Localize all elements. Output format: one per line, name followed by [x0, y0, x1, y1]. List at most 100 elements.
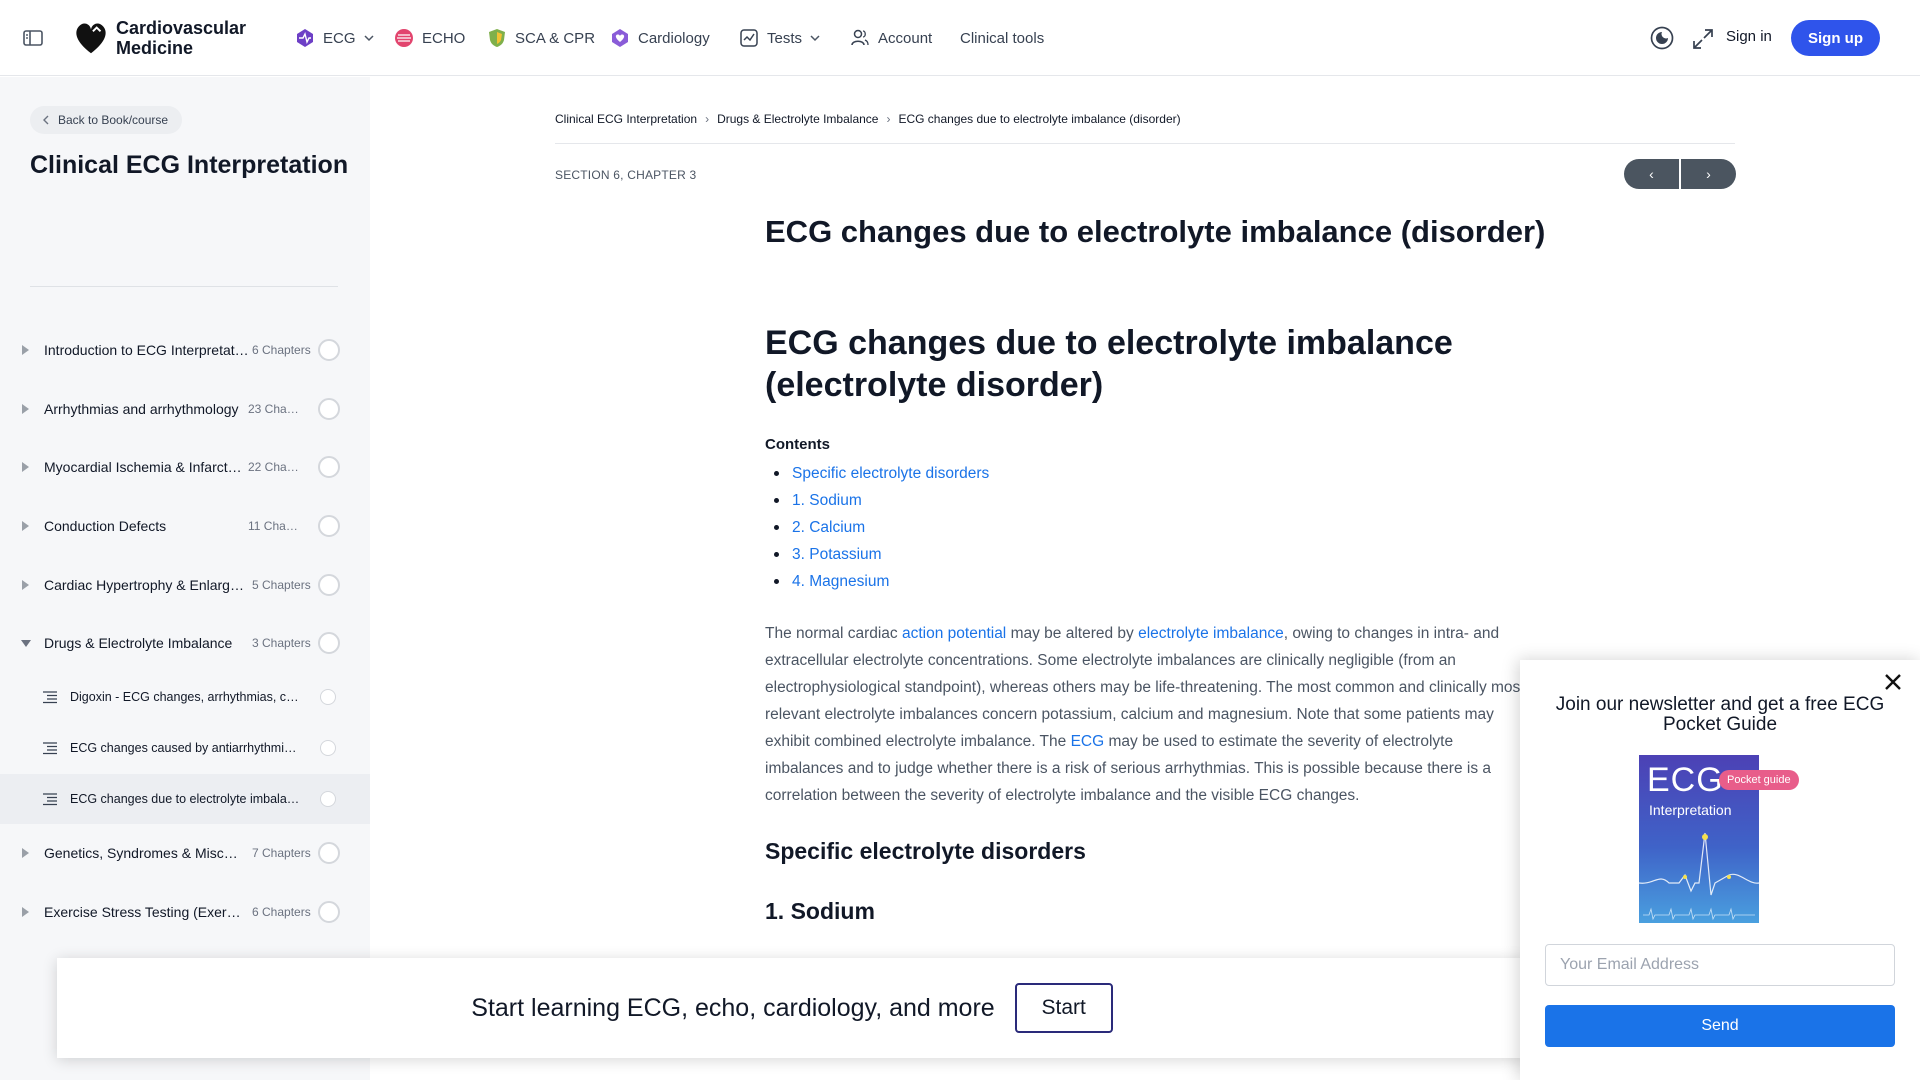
toc-link[interactable]: 3. Potassium: [765, 541, 989, 568]
toc-link[interactable]: 2. Calcium: [765, 514, 989, 541]
nav-clinical-tools-label: Clinical tools: [960, 29, 1045, 47]
course-title: Clinical ECG Interpretation: [30, 151, 349, 179]
nav-echo[interactable]: ECHO: [394, 26, 465, 50]
action-potential-link[interactable]: action potential: [902, 625, 1006, 642]
expand-triangle-icon[interactable]: [22, 580, 29, 590]
toc-link[interactable]: 4. Magnesium: [765, 568, 989, 595]
sidebar-divider: [30, 286, 338, 287]
subsection-heading: 1. Sodium: [765, 898, 875, 924]
site-logo[interactable]: Cardiovascular Medicine: [72, 18, 246, 58]
users-icon: [851, 29, 869, 46]
progress-circle-icon: [318, 456, 340, 478]
sidebar-chapter[interactable]: Cardiac Hypertrophy & Enlarge... 5 Chapt…: [0, 563, 370, 607]
expand-triangle-icon[interactable]: [22, 404, 29, 414]
expand-triangle-icon[interactable]: [22, 907, 29, 917]
nav-tests-label: Tests: [767, 29, 803, 47]
nav-ecg[interactable]: ECG: [295, 26, 374, 50]
heart-logo-icon: [76, 23, 106, 54]
sign-in-link[interactable]: Sign in: [1726, 28, 1772, 45]
send-button[interactable]: Send: [1545, 1005, 1895, 1047]
chapter-count: 5 Chapters: [252, 578, 311, 592]
sidebar-chapter[interactable]: Introduction to ECG Interpretation 6 Cha…: [0, 328, 370, 372]
nav-tests[interactable]: Tests: [739, 26, 820, 50]
ecg-waveform-icon: [1639, 832, 1759, 921]
expand-triangle-icon[interactable]: [22, 848, 29, 858]
subchapter-label: ECG changes due to electrolyte imbalanc.…: [70, 792, 302, 806]
sidebar-chapter[interactable]: Conduction Defects 11 Chapt...: [0, 504, 370, 548]
next-chapter-button[interactable]: ›: [1681, 159, 1736, 189]
list-icon: [43, 742, 57, 755]
chevron-down-icon: [810, 35, 820, 42]
nav-ecg-label: ECG: [323, 29, 356, 47]
sidebar-chapter[interactable]: Exercise Stress Testing (Exercis... 6 Ch…: [0, 890, 370, 934]
sidebar-toggle-icon[interactable]: [22, 28, 46, 48]
section-heading: Specific electrolyte disorders: [765, 838, 1086, 864]
chapter-label: Myocardial Ischemia & Infarction: [44, 459, 244, 475]
sidebar-chapter[interactable]: Myocardial Ischemia & Infarction 22 Chap…: [0, 445, 370, 489]
chapter-count: 11 Chapt...: [248, 519, 304, 533]
chapter-label: Arrhythmias and arrhythmology: [44, 401, 239, 417]
sidebar-chapter[interactable]: Arrhythmias and arrhythmology 23 Chapt..…: [0, 387, 370, 431]
sidebar-subchapter-active[interactable]: ECG changes due to electrolyte imbalanc.…: [0, 774, 370, 824]
start-button[interactable]: Start: [1014, 983, 1113, 1033]
fullscreen-icon[interactable]: [1690, 26, 1716, 52]
email-input[interactable]: [1545, 944, 1895, 986]
course-sidebar: Back to Book/course Clinical ECG Interpr…: [0, 77, 370, 1080]
chapter-count: 22 Chapt...: [248, 460, 304, 474]
breadcrumb-separator-icon: ›: [705, 112, 710, 126]
nav-clinical-tools[interactable]: Clinical tools: [960, 26, 1044, 50]
breadcrumb-item[interactable]: Drugs & Electrolyte Imbalance: [717, 112, 878, 126]
sidebar-chapter-expanded[interactable]: Drugs & Electrolyte Imbalance 3 Chapters: [0, 621, 370, 665]
chapter-label: Conduction Defects: [44, 518, 167, 534]
progress-circle-icon: [320, 689, 336, 705]
collapse-triangle-icon[interactable]: [21, 639, 31, 647]
progress-circle-icon: [320, 791, 336, 807]
progress-circle-icon: [318, 842, 340, 864]
ecg-link[interactable]: ECG: [1071, 733, 1105, 750]
back-to-course-button[interactable]: Back to Book/course: [30, 106, 183, 134]
close-icon[interactable]: [1883, 672, 1903, 692]
list-icon: [43, 793, 57, 806]
paragraph-text: , owing to changes in intra- and extrace…: [765, 625, 1525, 750]
dark-mode-toggle-icon[interactable]: [1649, 25, 1675, 51]
chapter-label: Genetics, Syndromes & Miscella...: [44, 845, 244, 861]
intro-paragraph: The normal cardiac action potential may …: [765, 620, 1525, 809]
chapter-count: 7 Chapters: [252, 846, 311, 860]
sign-up-button[interactable]: Sign up: [1791, 20, 1880, 56]
chapter-label: Cardiac Hypertrophy & Enlarge...: [44, 577, 244, 593]
ecg-icon: [297, 29, 313, 47]
guide-cover-subtitle: Interpretation: [1649, 802, 1732, 818]
echo-icon: [395, 29, 413, 47]
sidebar-chapter[interactable]: Genetics, Syndromes & Miscella... 7 Chap…: [0, 831, 370, 875]
subchapter-label: ECG changes caused by antiarrhythmic d..…: [70, 741, 302, 755]
nav-account[interactable]: Account: [850, 26, 932, 50]
newsletter-title: Join our newsletter and get a free ECG P…: [1555, 694, 1885, 735]
nav-cardiology[interactable]: Cardiology: [610, 26, 710, 50]
chapter-label: Drugs & Electrolyte Imbalance: [44, 635, 233, 651]
start-learning-banner: Start learning ECG, echo, cardiology, an…: [57, 958, 1527, 1058]
logo-text: Cardiovascular Medicine: [116, 18, 247, 58]
nav-sca-cpr[interactable]: SCA & CPR: [487, 26, 595, 50]
progress-circle-icon: [318, 632, 340, 654]
paragraph-text: The normal cardiac: [765, 625, 902, 642]
expand-triangle-icon[interactable]: [22, 462, 29, 472]
paragraph-text: may be altered by: [1006, 625, 1139, 642]
sidebar-subchapter[interactable]: ECG changes caused by antiarrhythmic d..…: [0, 723, 370, 773]
expand-triangle-icon[interactable]: [22, 345, 29, 355]
expand-triangle-icon[interactable]: [22, 521, 29, 531]
toc-link[interactable]: Specific electrolyte disorders: [765, 460, 989, 487]
breadcrumb-item[interactable]: Clinical ECG Interpretation: [555, 112, 697, 126]
toc-link[interactable]: 1. Sodium: [765, 487, 989, 514]
nav-account-label: Account: [878, 29, 933, 47]
pocket-guide-badge: Pocket guide: [1719, 770, 1799, 790]
shield-icon: [489, 29, 505, 47]
progress-circle-icon: [318, 574, 340, 596]
banner-text: Start learning ECG, echo, cardiology, an…: [471, 993, 995, 1022]
sidebar-subchapter[interactable]: Digoxin - ECG changes, arrhythmias, con.…: [0, 672, 370, 722]
previous-chapter-button[interactable]: ‹: [1624, 159, 1679, 189]
article-heading: ECG changes due to electrolyte imbalance…: [765, 324, 1453, 404]
contents-heading: Contents: [765, 436, 830, 453]
electrolyte-imbalance-link[interactable]: electrolyte imbalance: [1138, 625, 1284, 642]
table-of-contents: Specific electrolyte disorders 1. Sodium…: [765, 460, 989, 595]
chapter-count: 6 Chapters: [252, 905, 311, 919]
